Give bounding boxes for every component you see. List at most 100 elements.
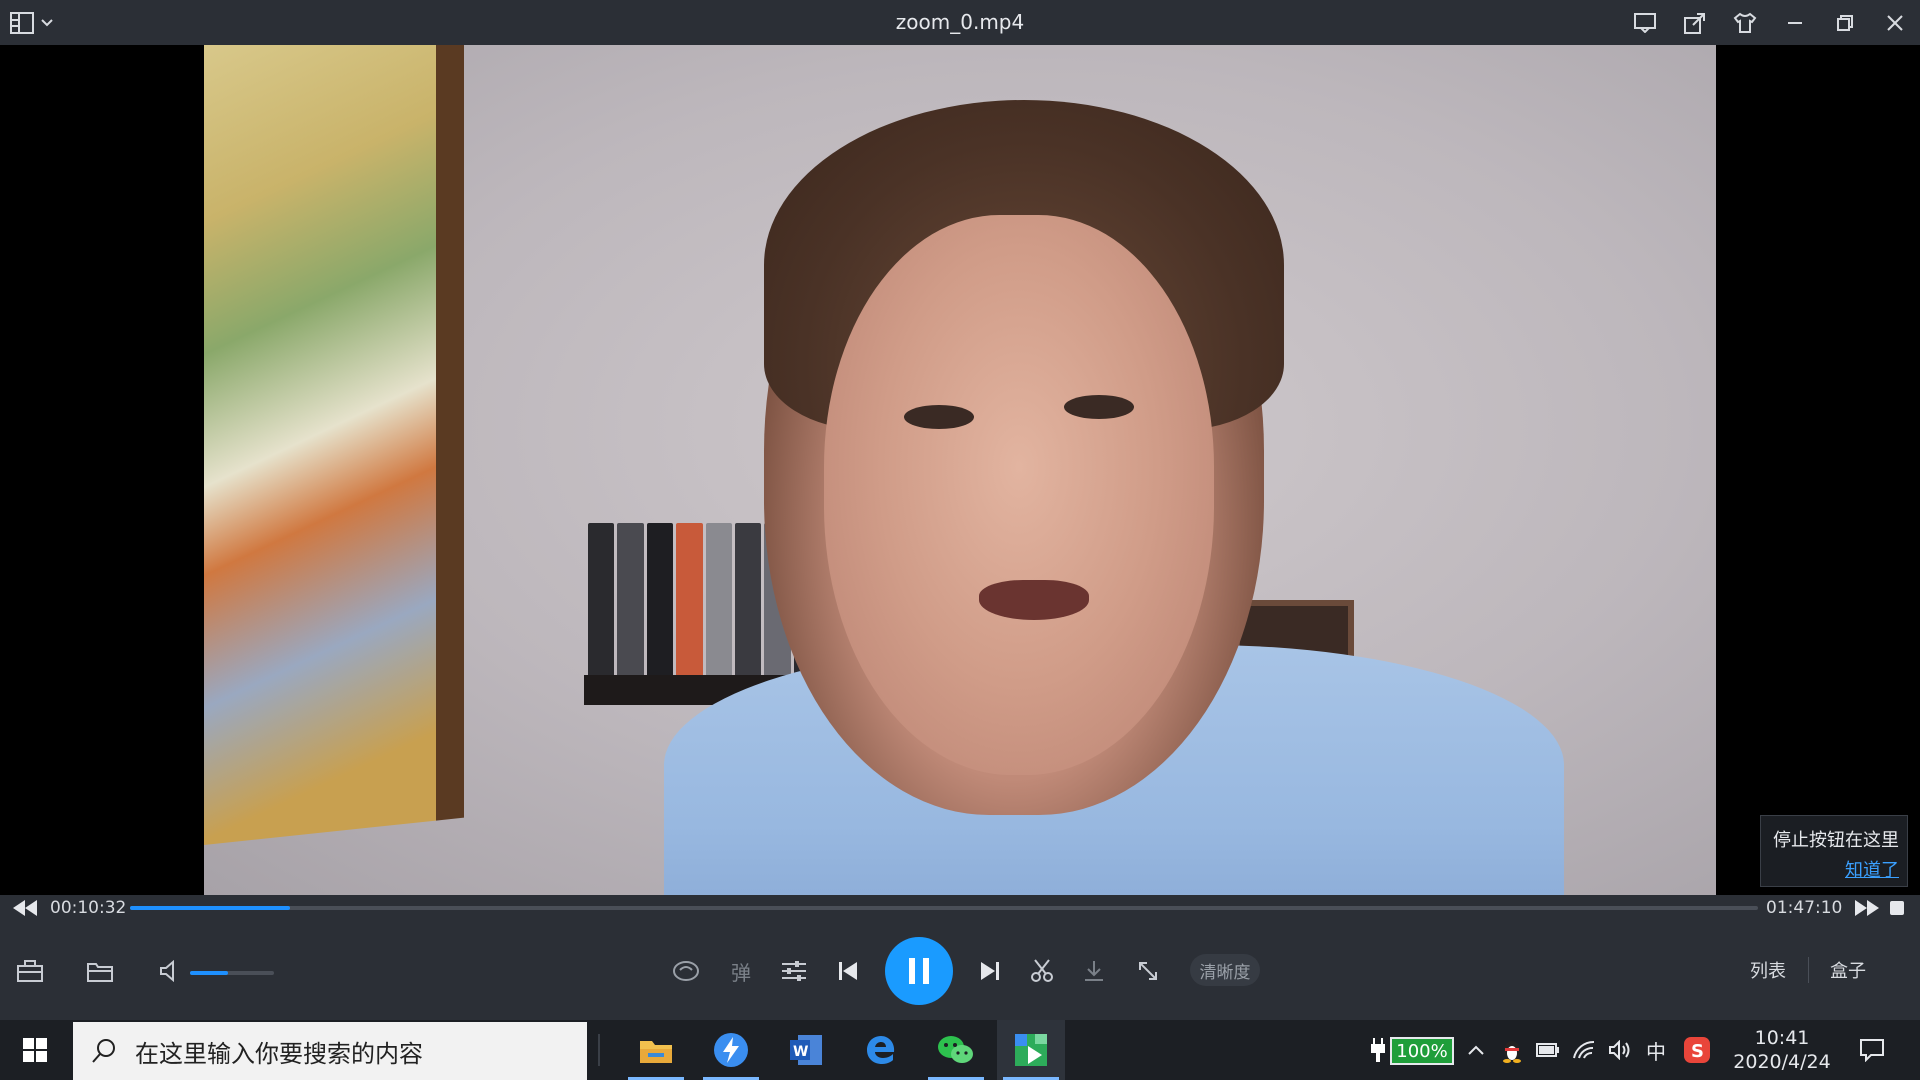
- taskbar-edge[interactable]: [847, 1020, 915, 1080]
- danmaku-button[interactable]: 弹: [726, 951, 756, 991]
- previous-icon: [839, 962, 857, 980]
- minimize-icon: [1788, 22, 1802, 24]
- video-area[interactable]: 停止按钮在这里 知道了: [0, 45, 1920, 895]
- fast-forward-icon: [1855, 900, 1879, 916]
- control-bar: 弹 清晰度 列表 盒子: [0, 921, 1920, 1020]
- taskbar-app-blue[interactable]: [697, 1020, 765, 1080]
- close-icon: [1887, 15, 1903, 31]
- mute-button[interactable]: [154, 951, 186, 991]
- message-button[interactable]: [1630, 8, 1660, 38]
- lightning-app-icon: [714, 1033, 748, 1067]
- seek-played: [130, 906, 290, 910]
- volume-tray-icon[interactable]: [1606, 1020, 1634, 1080]
- skin-button[interactable]: [1730, 8, 1760, 38]
- start-button[interactable]: [0, 1020, 70, 1080]
- download-icon: [1085, 961, 1103, 981]
- input-method-indicator[interactable]: 中: [1642, 1020, 1670, 1080]
- share-button[interactable]: [1680, 8, 1710, 38]
- quality-button[interactable]: 清晰度: [1190, 954, 1260, 986]
- sogou-ime-tray-icon[interactable]: S: [1680, 1020, 1714, 1080]
- book: [705, 523, 732, 693]
- qq-tray-icon[interactable]: [1498, 1020, 1526, 1080]
- clip-button[interactable]: [1026, 951, 1058, 991]
- total-time: 01:47:10: [1766, 898, 1843, 918]
- person-eye-right: [1064, 395, 1134, 419]
- open-folder-icon: [87, 963, 113, 982]
- playlist-button[interactable]: 列表: [1740, 953, 1796, 987]
- previous-button[interactable]: [832, 951, 864, 991]
- show-hidden-icons-button[interactable]: [1464, 1020, 1488, 1080]
- taskbar-word[interactable]: W: [772, 1020, 840, 1080]
- qq-penguin-icon: [1503, 1041, 1521, 1063]
- minimize-button[interactable]: [1780, 8, 1810, 38]
- next-icon: [981, 962, 999, 980]
- wechat-icon: [938, 1036, 973, 1063]
- scissors-icon: [1031, 959, 1053, 982]
- skin-shirt-icon: [1733, 12, 1757, 33]
- current-time: 00:10:32: [50, 898, 127, 918]
- tooltip-message: 停止按钮在这里: [1773, 830, 1899, 851]
- taskbar-video-player[interactable]: [997, 1020, 1065, 1080]
- open-file-button[interactable]: [84, 951, 116, 991]
- restore-button[interactable]: [1830, 8, 1860, 38]
- taskbar-file-explorer[interactable]: [622, 1020, 690, 1080]
- book: [734, 523, 762, 693]
- video-player-window: zoom_0.mp4 停止按钮在这里 知道了 00:10:32 01:47:10…: [0, 0, 1920, 1080]
- equalizer-icon: [782, 961, 806, 981]
- video-frame[interactable]: [204, 45, 1716, 895]
- battery-indicator[interactable]: 100%: [1390, 1037, 1454, 1065]
- next-button[interactable]: [974, 951, 1006, 991]
- fast-forward-button[interactable]: [1854, 898, 1880, 918]
- notification-icon: [1860, 1039, 1884, 1062]
- rewind-icon: [13, 900, 37, 916]
- chevron-up-icon: [1468, 1045, 1484, 1055]
- book: [676, 523, 703, 693]
- battery-tray-icon[interactable]: [1534, 1020, 1562, 1080]
- taskbar-clock[interactable]: 10:41 2020/4/24: [1728, 1026, 1836, 1074]
- box-button[interactable]: 盒子: [1820, 953, 1876, 987]
- taskbar-separator: [598, 1034, 600, 1066]
- fullscreen-button[interactable]: [1132, 951, 1164, 991]
- word-icon: W: [790, 1035, 822, 1065]
- tooltip-dismiss-link[interactable]: 知道了: [1769, 856, 1899, 882]
- taskbar-search-box[interactable]: 在这里输入你要搜索的内容: [73, 1022, 587, 1080]
- stop-button-tooltip: 停止按钮在这里 知道了: [1760, 815, 1908, 887]
- eye-icon: [673, 961, 699, 981]
- clock-time: 10:41: [1754, 1027, 1810, 1049]
- window-controls: [1630, 8, 1910, 38]
- equalizer-button[interactable]: [778, 951, 810, 991]
- svg-text:S: S: [1691, 1041, 1704, 1062]
- power-plug-indicator[interactable]: [1368, 1020, 1388, 1080]
- progress-bar: 00:10:32 01:47:10: [0, 895, 1920, 921]
- windows-taskbar: 在这里输入你要搜索的内容 W 100% 中 S 10:41 2020/4/24: [0, 1020, 1920, 1080]
- power-plug-icon: [1371, 1038, 1385, 1062]
- restore-icon: [1837, 15, 1853, 31]
- toolbox-button[interactable]: [14, 951, 46, 991]
- download-button[interactable]: [1078, 951, 1110, 991]
- search-icon: [92, 1039, 115, 1063]
- clock-date: 2020/4/24: [1733, 1051, 1831, 1073]
- stop-button[interactable]: [1890, 901, 1904, 915]
- book: [646, 523, 674, 693]
- speaker-icon: [160, 960, 174, 982]
- battery-icon: [1536, 1043, 1559, 1057]
- fullscreen-icon: [1139, 962, 1157, 980]
- taskbar-wechat[interactable]: [922, 1020, 990, 1080]
- wall-painting: [204, 45, 464, 845]
- eye-protect-button[interactable]: [668, 951, 704, 991]
- play-pause-button[interactable]: [885, 937, 953, 1005]
- book: [588, 523, 615, 693]
- edge-browser-icon: [867, 1036, 895, 1064]
- person-face: [824, 215, 1214, 775]
- network-tray-icon[interactable]: [1570, 1020, 1598, 1080]
- seek-track[interactable]: [130, 906, 1758, 910]
- rewind-button[interactable]: [12, 898, 38, 918]
- volume-slider[interactable]: [190, 971, 274, 975]
- share-icon: [1684, 13, 1705, 34]
- file-explorer-icon: [640, 1041, 672, 1063]
- volume-icon: [1609, 1040, 1630, 1060]
- wifi-icon: [1573, 1040, 1595, 1059]
- toolbox-icon: [17, 960, 43, 982]
- action-center-button[interactable]: [1852, 1020, 1892, 1080]
- close-button[interactable]: [1880, 8, 1910, 38]
